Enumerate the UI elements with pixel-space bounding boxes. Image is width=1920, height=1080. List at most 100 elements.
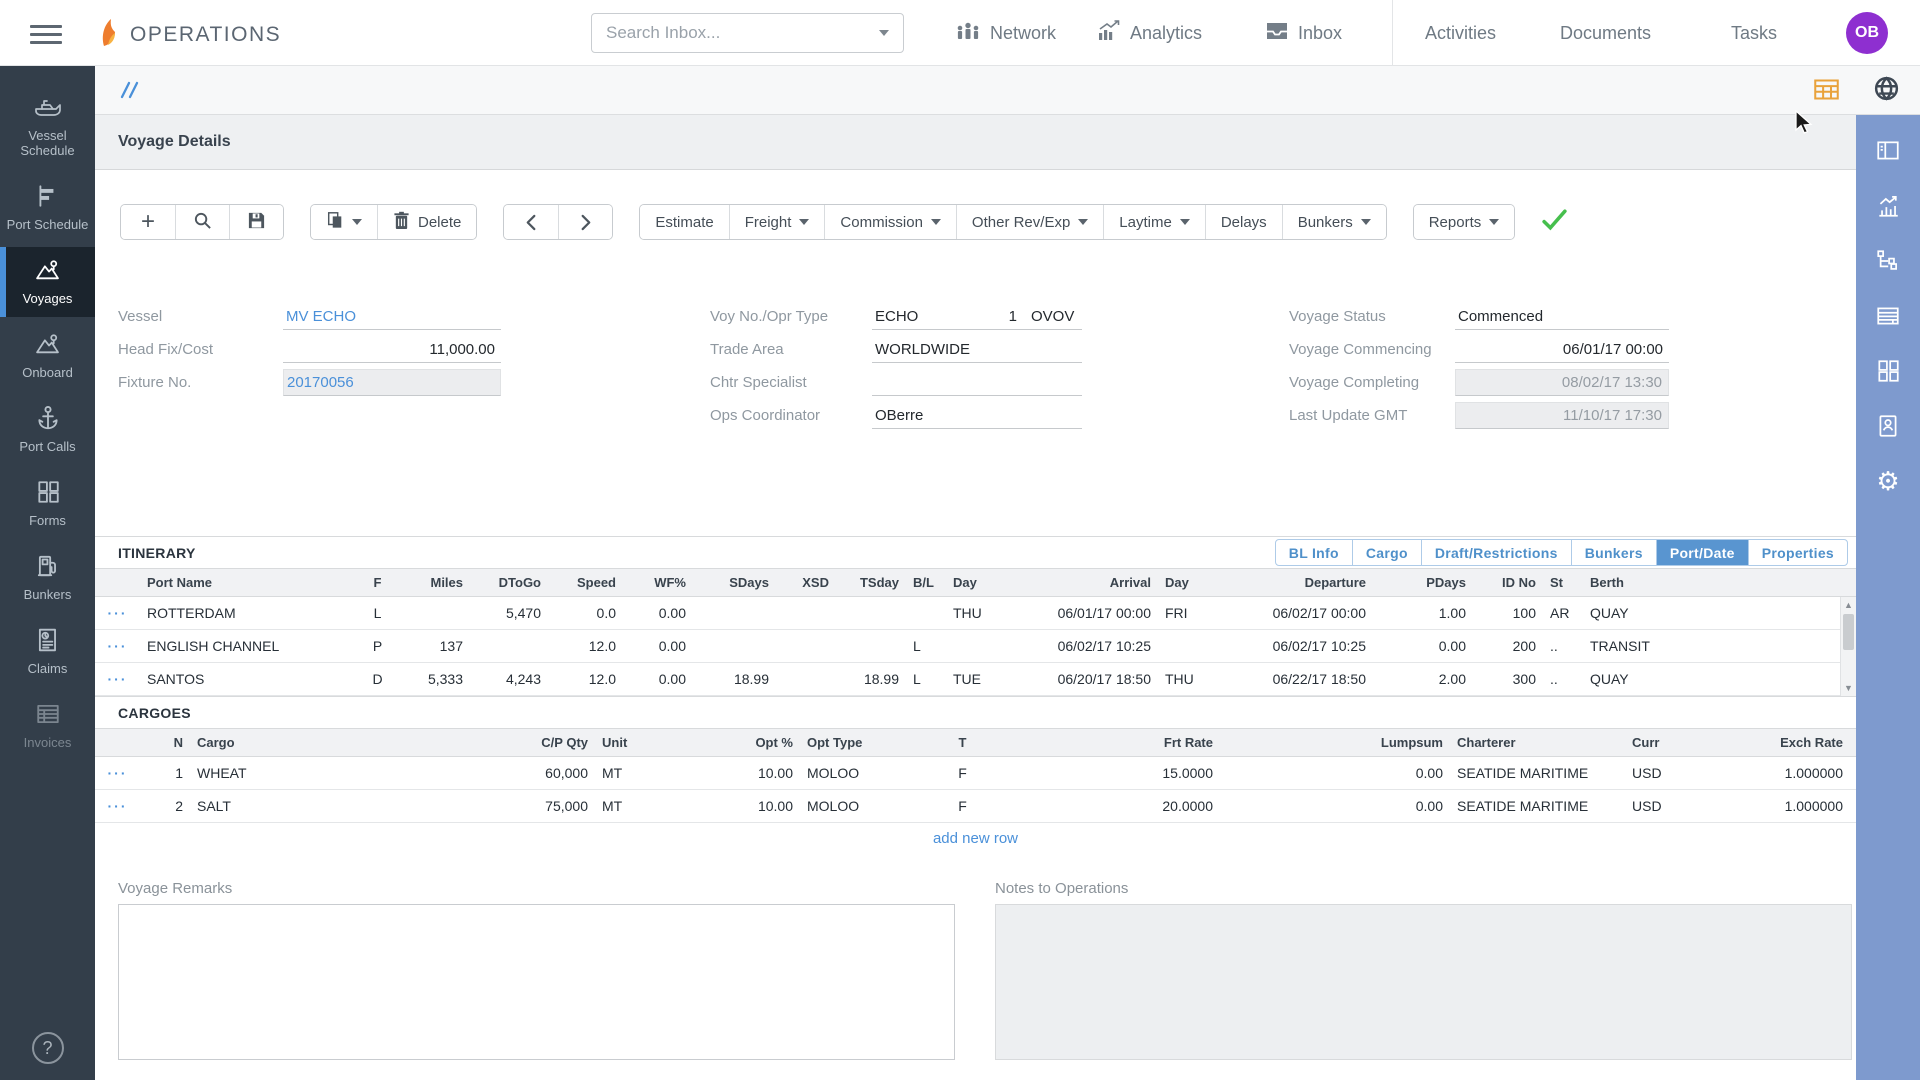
cell: 300 xyxy=(1473,671,1543,687)
ops-coordinator-field[interactable]: OBerre xyxy=(872,402,1082,429)
nav-documents[interactable]: Documents xyxy=(1560,0,1651,66)
contact-card-icon[interactable] xyxy=(1868,406,1908,446)
next-button[interactable] xyxy=(558,205,612,239)
voyage-commencing-field[interactable]: 06/01/17 00:00 xyxy=(1455,336,1669,363)
tab-cargo[interactable]: Cargo xyxy=(1352,540,1421,565)
app-title: OPERATIONS xyxy=(130,23,281,47)
cell: 0.00 xyxy=(1373,638,1473,654)
itinerary-scrollbar[interactable]: ▲ ▼ xyxy=(1840,597,1856,696)
delete-button[interactable]: Delete xyxy=(377,205,476,239)
row-menu-button[interactable]: ··· xyxy=(95,638,140,654)
save-floppy-icon xyxy=(247,211,266,234)
bunkers-button[interactable]: Bunkers xyxy=(1282,205,1386,239)
prev-button[interactable] xyxy=(504,205,558,239)
row-menu-button[interactable]: ··· xyxy=(95,605,140,621)
vessel-field[interactable]: MV ECHO xyxy=(283,303,501,330)
cell: ROTTERDAM xyxy=(140,605,355,621)
chevron-down-icon xyxy=(352,219,362,225)
head-fix-cost-field[interactable]: 11,000.00 xyxy=(283,336,501,363)
tab-port-date[interactable]: Port/Date xyxy=(1656,540,1748,565)
tab-properties[interactable]: Properties xyxy=(1748,540,1847,565)
sidebar-item-bunkers[interactable]: Bunkers xyxy=(0,543,95,613)
sidebar-item-label: Port Schedule xyxy=(7,217,89,232)
sidebar-item-onboard[interactable]: Onboard xyxy=(0,321,95,391)
search-inbox-select[interactable]: Search Inbox... xyxy=(591,13,904,53)
grid-table-icon[interactable] xyxy=(1813,77,1840,107)
scrollbar-thumb[interactable] xyxy=(1843,614,1854,650)
expand-double-chevron-icon[interactable] xyxy=(118,80,142,105)
forms-pages-icon[interactable] xyxy=(1868,351,1908,391)
reports-button[interactable]: Reports xyxy=(1414,205,1515,239)
voyage-status-field[interactable]: Commenced xyxy=(1455,303,1669,330)
cell: 15.0000 xyxy=(1015,765,1220,781)
voyage-commencing-label: Voyage Commencing xyxy=(1289,341,1455,358)
table-row[interactable]: ···2SALT75,000MT10.00MOLOOF20.00000.00SE… xyxy=(95,790,1856,823)
help-button[interactable]: ? xyxy=(32,1032,64,1064)
cell: 06/02/17 00:00 xyxy=(1213,605,1373,621)
hierarchy-tree-icon[interactable] xyxy=(1868,241,1908,281)
sidebar-item-voyages[interactable]: Voyages xyxy=(0,247,95,317)
voyage-status-label: Voyage Status xyxy=(1289,308,1455,325)
laytime-button[interactable]: Laytime xyxy=(1103,205,1205,239)
table-row[interactable]: ···ENGLISH CHANNELP13712.00.00L06/02/17 … xyxy=(95,630,1840,663)
globe-icon[interactable] xyxy=(1873,75,1900,107)
sidebar-item-forms[interactable]: Forms xyxy=(0,469,95,539)
analytics-rail-icon[interactable] xyxy=(1868,186,1908,226)
sidebar-item-port-calls[interactable]: Port Calls xyxy=(0,395,95,465)
commission-button[interactable]: Commission xyxy=(824,205,956,239)
fixture-no-field[interactable]: 20170056 xyxy=(283,369,501,396)
commission-label: Commission xyxy=(840,214,923,231)
save-button[interactable] xyxy=(229,205,283,239)
fixture-no-label: Fixture No. xyxy=(118,374,283,391)
table-row[interactable]: ···1WHEAT60,000MT10.00MOLOOF15.00000.00S… xyxy=(95,757,1856,790)
sidebar-item-invoices[interactable]: Invoices xyxy=(0,691,95,761)
delays-button[interactable]: Delays xyxy=(1205,205,1282,239)
cell: MOLOO xyxy=(800,798,910,814)
fuel-pump-icon xyxy=(35,552,61,580)
nav-network[interactable]: Network xyxy=(955,0,1056,66)
sidebar-item-label: Invoices xyxy=(24,735,72,750)
estimate-button[interactable]: Estimate xyxy=(640,205,728,239)
table-row[interactable]: ···ROTTERDAML5,4700.00.00THU06/01/17 00:… xyxy=(95,597,1840,630)
freight-button[interactable]: Freight xyxy=(729,205,825,239)
ship-icon xyxy=(33,93,63,121)
voyage-remarks-textarea[interactable] xyxy=(118,904,955,1060)
column-header: B/L xyxy=(906,575,946,590)
search-button[interactable] xyxy=(175,205,229,239)
bunkers-label: Bunkers xyxy=(1298,214,1353,231)
sidebar-item-claims[interactable]: Claims xyxy=(0,617,95,687)
column-header: Charterer xyxy=(1450,735,1625,750)
cell: L xyxy=(906,638,946,654)
trade-area-field[interactable]: WORLDWIDE xyxy=(872,336,1082,363)
cell: WHEAT xyxy=(190,765,420,781)
hamburger-menu-icon[interactable] xyxy=(30,25,62,49)
row-menu-button[interactable]: ··· xyxy=(95,671,140,687)
other-rev-exp-label: Other Rev/Exp xyxy=(972,214,1070,231)
row-menu-button[interactable]: ··· xyxy=(95,798,140,814)
tab-bunkers[interactable]: Bunkers xyxy=(1571,540,1656,565)
chtr-specialist-field[interactable] xyxy=(872,369,1082,396)
copy-button[interactable] xyxy=(311,205,377,239)
scroll-up-icon[interactable]: ▲ xyxy=(1844,600,1853,610)
voy-num-value: 1 xyxy=(983,308,1017,325)
sidebar-item-vessel-schedule[interactable]: Vessel Schedule xyxy=(0,84,95,169)
gear-icon[interactable]: ⚙ xyxy=(1868,461,1908,501)
form-table-icon[interactable] xyxy=(1868,296,1908,336)
row-menu-button[interactable]: ··· xyxy=(95,765,140,781)
voy-no-field[interactable]: ECHO 1 OVOV xyxy=(872,303,1082,330)
nav-tasks[interactable]: Tasks xyxy=(1731,0,1777,66)
add-button[interactable]: + xyxy=(121,205,175,239)
panel-layout-icon[interactable] xyxy=(1868,131,1908,171)
scroll-down-icon[interactable]: ▼ xyxy=(1844,683,1853,693)
tab-bl-info[interactable]: BL Info xyxy=(1276,540,1352,565)
nav-inbox[interactable]: Inbox xyxy=(1265,0,1342,66)
nav-activities[interactable]: Activities xyxy=(1425,0,1496,66)
user-avatar[interactable]: OB xyxy=(1846,12,1888,54)
table-row[interactable]: ···SANTOSD5,3334,24312.00.0018.9918.99LT… xyxy=(95,663,1840,696)
add-new-row-link[interactable]: add new row xyxy=(95,823,1856,854)
tab-draft-restrictions[interactable]: Draft/Restrictions xyxy=(1421,540,1571,565)
nav-analytics[interactable]: Analytics xyxy=(1095,0,1202,66)
other-rev-exp-button[interactable]: Other Rev/Exp xyxy=(956,205,1103,239)
sidebar-item-port-schedule[interactable]: Port Schedule xyxy=(0,173,95,243)
chevron-down-icon xyxy=(879,30,889,36)
